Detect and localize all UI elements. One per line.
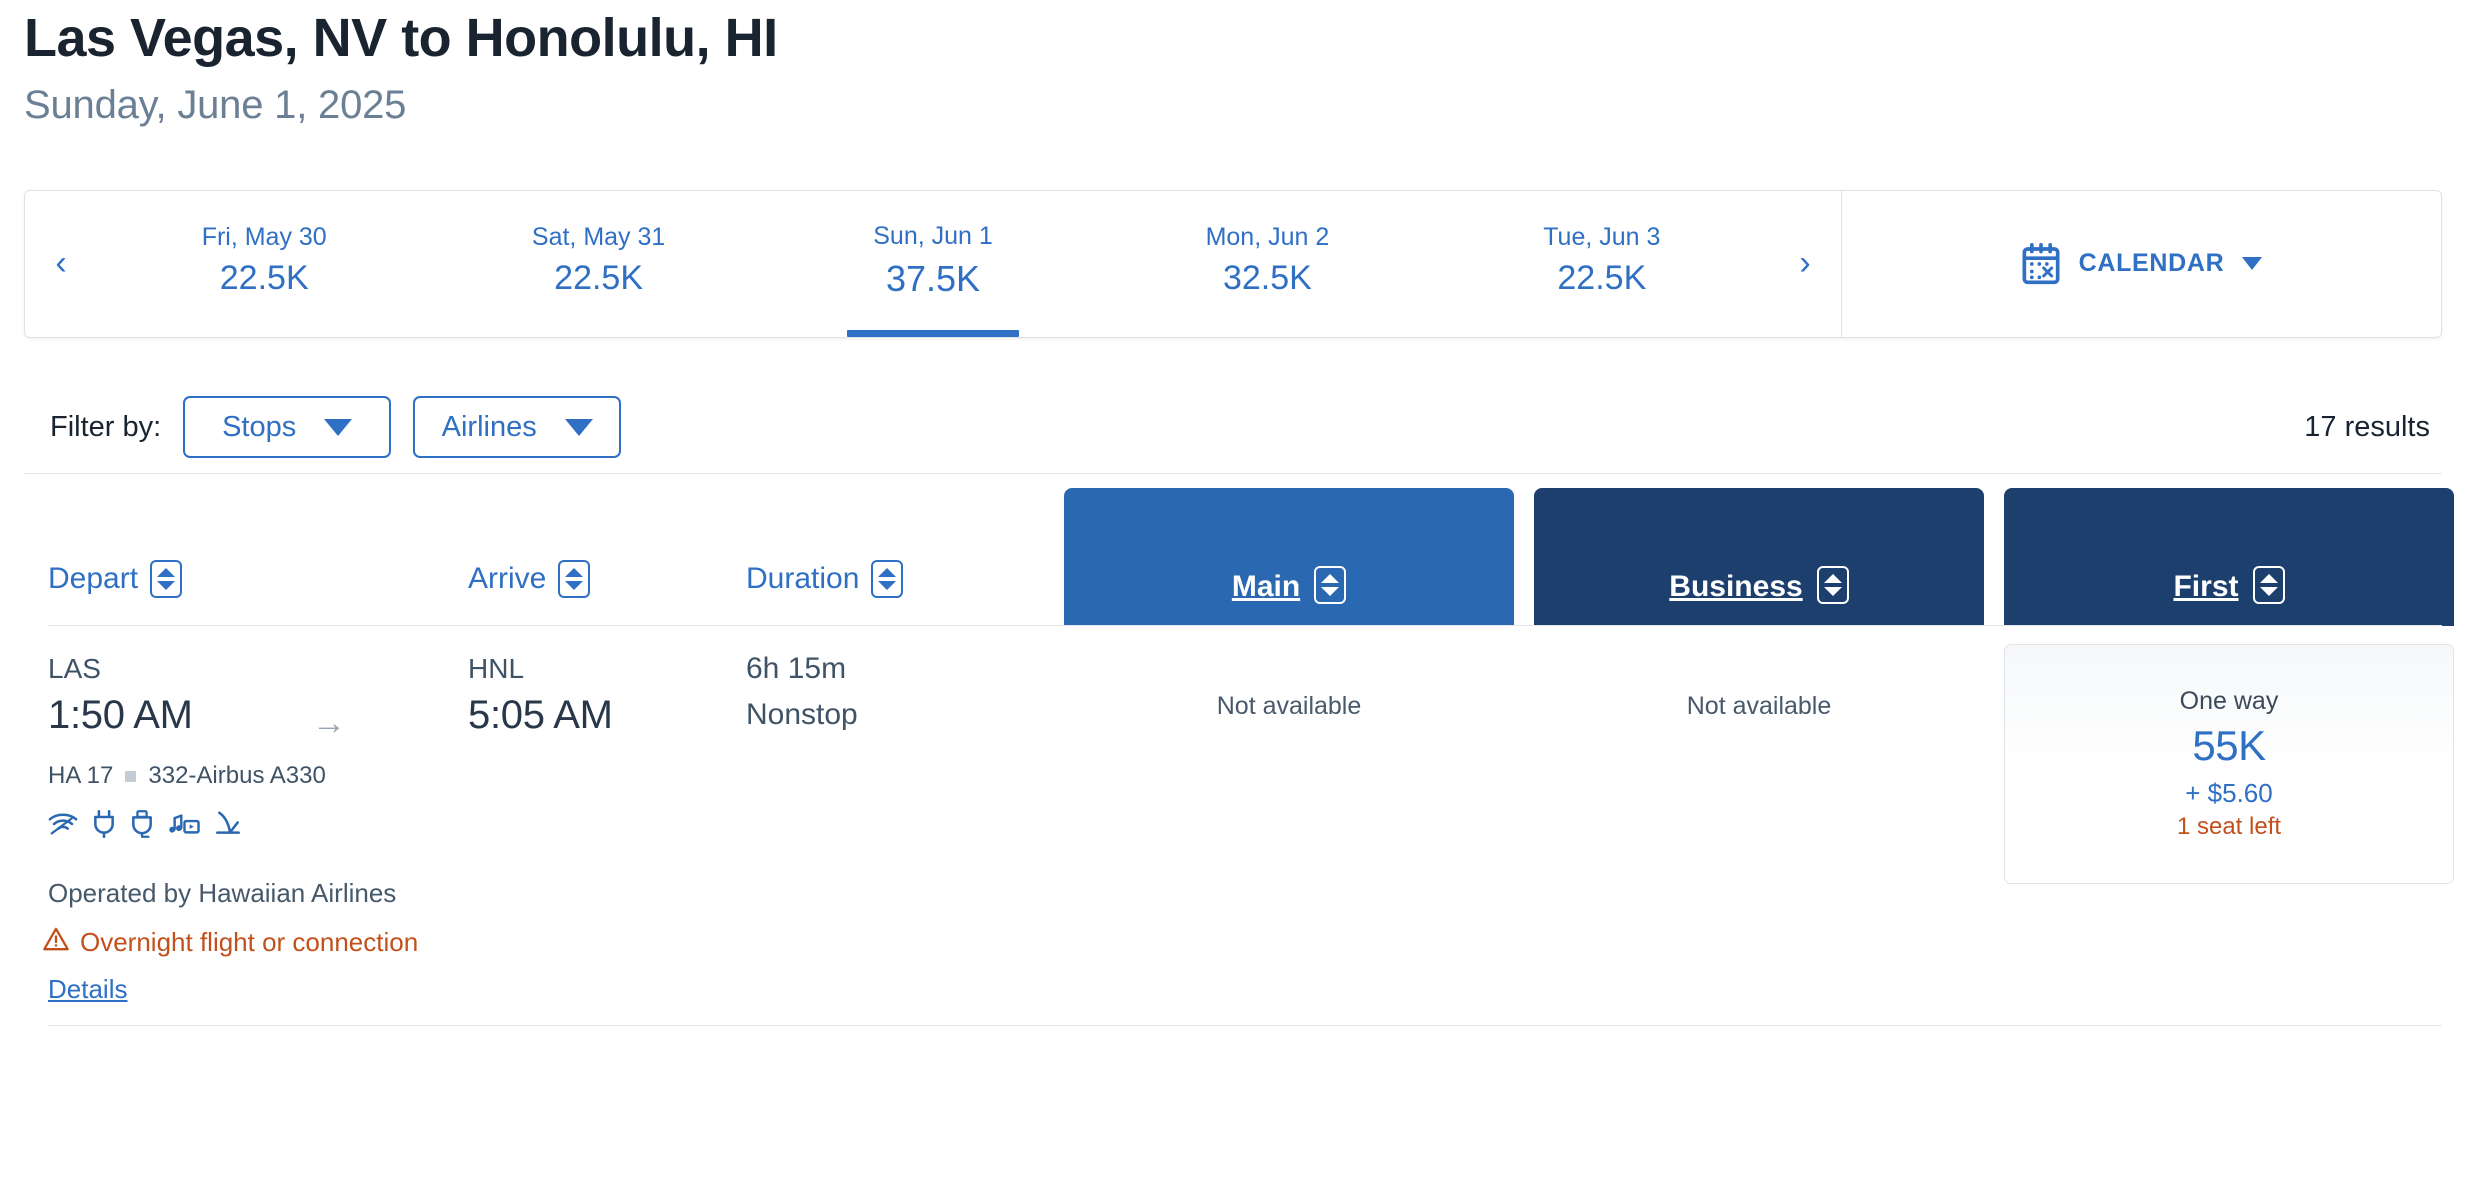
flight-duration: 6h 15m (746, 651, 847, 685)
column-header-arrive[interactable]: Arrive (468, 559, 591, 598)
date-cell-tue-jun-3[interactable]: Tue, Jun 3 22.5K (1435, 191, 1769, 337)
depart-cell: LAS 1:50 AM HA 17 332-Airbus A330 (48, 652, 448, 839)
business-fare-cell: Not available (1686, 691, 1832, 720)
date-cell-price: 22.5K (219, 259, 309, 298)
arrive-airport-code: HNL (468, 652, 525, 684)
date-cells: Fri, May 30 22.5K Sat, May 31 22.5K Sun,… (97, 191, 1769, 337)
flight-search-results-page: Las Vegas, NV to Honolulu, HI Sunday, Ju… (0, 0, 2466, 1186)
table-row: LAS 1:50 AM HA 17 332-Airbus A330 → HNL … (24, 626, 2454, 1026)
row-divider (48, 1024, 2442, 1026)
date-cell-label: Fri, May 30 (201, 223, 327, 252)
results-count: 17 results (2304, 410, 2430, 443)
column-header-depart[interactable]: Depart (48, 559, 183, 598)
arrive-cell: HNL 5:05 AM (468, 652, 718, 739)
stops-filter-button[interactable]: Stops (183, 396, 392, 459)
calendar-label: CALENDAR (2078, 249, 2225, 278)
date-cell-price: 22.5K (554, 259, 644, 298)
page-title: Las Vegas, NV to Honolulu, HI (24, 8, 778, 68)
next-dates-button[interactable]: › (1769, 191, 1841, 337)
fare-taxes: + $5.60 (2185, 777, 2273, 808)
chevron-down-icon (2242, 257, 2263, 271)
sort-icon[interactable] (558, 559, 591, 598)
route-arrow-icon: → (312, 703, 346, 742)
operated-by-text: Operated by Hawaiian Airlines (48, 877, 397, 908)
column-header-business-cabin[interactable]: Business (1534, 487, 1984, 626)
details-link[interactable]: Details (48, 974, 127, 1005)
date-cell-label: Sat, May 31 (531, 223, 666, 252)
depart-time: 1:50 AM (48, 693, 193, 738)
flight-stops: Nonstop (746, 697, 858, 731)
lie-flat-seat-icon (214, 810, 242, 838)
date-cell-price: 32.5K (1222, 259, 1312, 298)
flight-number-aircraft: HA 17 332-Airbus A330 (48, 762, 448, 790)
overnight-warning-text: Overnight flight or connection (80, 926, 419, 957)
stops-filter-label: Stops (222, 410, 297, 443)
column-header-arrive-label: Arrive (468, 561, 547, 595)
sort-icon[interactable] (1314, 565, 1347, 604)
filter-by-label: Filter by: (50, 410, 162, 443)
column-header-main-cabin[interactable]: Main (1064, 487, 1514, 626)
chevron-down-icon (324, 418, 353, 436)
filter-bar: Filter by: Stops Airlines 17 results (24, 382, 2442, 474)
arrive-time: 5:05 AM (468, 693, 613, 738)
date-cell-mon-jun-2[interactable]: Mon, Jun 2 32.5K (1100, 191, 1434, 337)
sort-icon[interactable] (150, 559, 183, 598)
column-header-duration-label: Duration (746, 561, 860, 595)
chevron-down-icon (564, 418, 593, 436)
column-header-first-cabin[interactable]: First (2004, 487, 2454, 626)
first-fare-card[interactable]: One way 55K + $5.60 1 seat left (2004, 643, 2454, 884)
column-header-business-label: Business (1669, 569, 1803, 603)
date-cell-price: 37.5K (885, 257, 981, 299)
prev-dates-button[interactable]: ‹ (25, 191, 97, 337)
separator-dot-icon (125, 770, 137, 782)
airlines-filter-label: Airlines (441, 410, 537, 443)
page-subtitle-date: Sunday, June 1, 2025 (24, 82, 407, 127)
overnight-warning: Overnight flight or connection (42, 926, 418, 959)
amenities-list (48, 810, 448, 839)
column-header-depart-label: Depart (48, 561, 139, 595)
date-cell-label: Sun, Jun 1 (873, 221, 993, 250)
sort-icon[interactable] (1816, 565, 1849, 604)
date-selector-days-group: ‹ Fri, May 30 22.5K Sat, May 31 22.5K Su… (25, 190, 1842, 337)
sort-icon[interactable] (871, 559, 904, 598)
results-table: Depart Arrive Duration Main Business Fir (24, 474, 2454, 1026)
column-header-first-label: First (2173, 569, 2239, 603)
fare-points: 55K (2192, 721, 2266, 769)
fare-seats-left: 1 seat left (2176, 812, 2282, 840)
date-cell-price: 22.5K (1557, 259, 1647, 298)
date-cell-label: Tue, Jun 3 (1543, 223, 1661, 252)
sort-icon[interactable] (2252, 565, 2285, 604)
results-table-header: Depart Arrive Duration Main Business Fir (24, 474, 2454, 626)
calendar-button[interactable]: CALENDAR (1842, 191, 2441, 337)
date-selector-bar: ‹ Fri, May 30 22.5K Sat, May 31 22.5K Su… (24, 189, 2442, 338)
main-fare-cell: Not available (1216, 691, 1362, 720)
date-cell-label: Mon, Jun 2 (1205, 223, 1330, 252)
depart-airport-code: LAS (48, 652, 101, 684)
date-cell-sat-may-31[interactable]: Sat, May 31 22.5K (431, 191, 765, 337)
wifi-icon (48, 811, 78, 837)
date-cell-sun-jun-1[interactable]: Sun, Jun 1 37.5K (766, 191, 1100, 337)
entertainment-icon (168, 811, 200, 837)
usb-port-icon (130, 810, 154, 839)
airlines-filter-button[interactable]: Airlines (413, 396, 622, 459)
power-outlet-icon (92, 810, 116, 839)
fare-trip-type: One way (2179, 686, 2279, 715)
column-header-main-label: Main (1231, 569, 1301, 603)
duration-cell: 6h 15m Nonstop (746, 652, 1046, 732)
aircraft-type: 332-Airbus A330 (148, 762, 326, 790)
column-header-duration[interactable]: Duration (746, 559, 904, 598)
warning-triangle-icon (42, 926, 80, 959)
calendar-icon (2021, 242, 2061, 286)
flight-number: HA 17 (48, 762, 114, 790)
date-cell-fri-may-30[interactable]: Fri, May 30 22.5K (97, 191, 431, 337)
